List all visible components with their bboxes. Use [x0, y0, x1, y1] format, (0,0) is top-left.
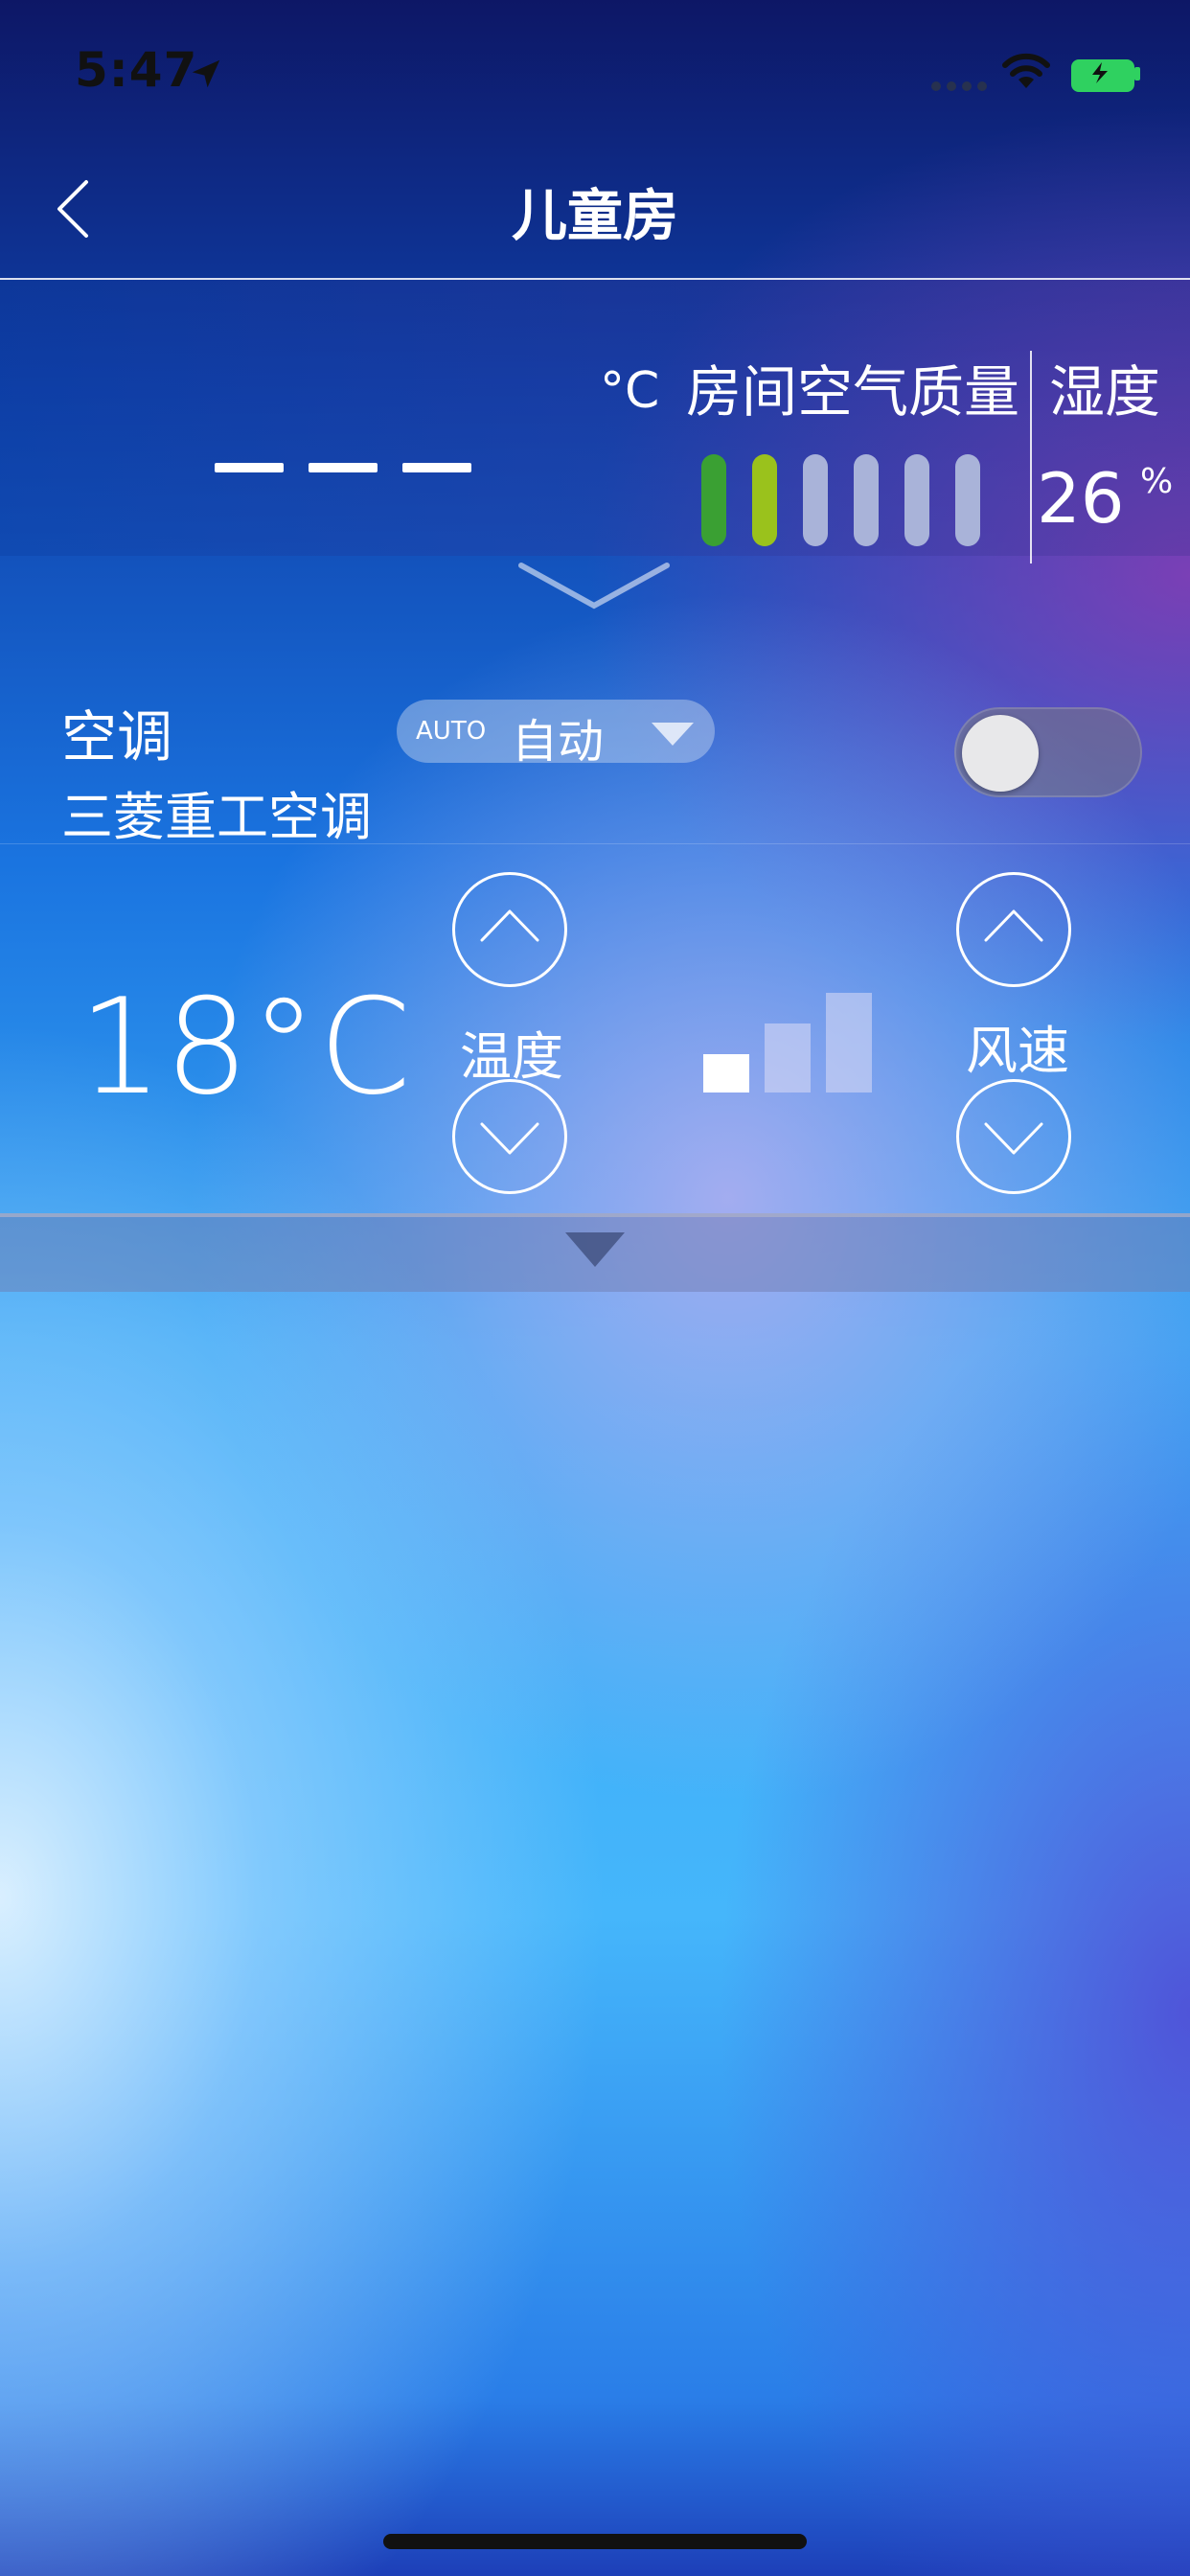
fan-speed-bar [703, 1054, 749, 1092]
location-arrow-icon [192, 59, 220, 88]
ac-device-name: 三菱重工空调 [61, 787, 372, 847]
temperature-down-button[interactable] [452, 1079, 567, 1194]
fan-speed-label: 风速 [966, 1021, 1069, 1081]
room-temperature-placeholder [215, 458, 496, 476]
chevron-up-icon [480, 909, 539, 942]
humidity-value: 26 [1037, 458, 1125, 539]
humidity-label: 湿度 [1049, 359, 1161, 425]
expand-triangle-icon[interactable] [565, 1232, 625, 1267]
sensor-divider [1030, 351, 1032, 564]
status-time: 5:47 [75, 42, 198, 98]
air-quality-bar [854, 454, 879, 546]
fan-speed-bar [826, 993, 872, 1092]
ac-section-title: 空调 [61, 704, 173, 770]
mode-auto-badge: AUTO [416, 717, 487, 746]
humidity-unit: % [1140, 462, 1174, 501]
cellular-dots-icon [931, 77, 993, 95]
wifi-icon [1002, 53, 1050, 88]
set-temperature: 18°C [79, 970, 413, 1124]
power-toggle-knob [962, 715, 1039, 792]
temperature-up-button[interactable] [452, 872, 567, 987]
air-quality-bar [701, 454, 726, 546]
home-indicator [383, 2534, 807, 2549]
battery-charging-icon [1071, 59, 1134, 92]
air-quality-bar [752, 454, 777, 546]
page-title: 儿童房 [511, 183, 678, 248]
chevron-down-icon [480, 1122, 539, 1155]
fan-speed-bar [765, 1024, 811, 1092]
temperature-unit: °C [600, 362, 660, 420]
chevron-up-icon [984, 909, 1043, 942]
fan-speed-up-button[interactable] [956, 872, 1071, 987]
air-quality-bar [955, 454, 980, 546]
air-quality-bar [803, 454, 828, 546]
dropdown-triangle-icon [652, 723, 694, 746]
fan-speed-down-button[interactable] [956, 1079, 1071, 1194]
mode-label: 自动 [512, 715, 605, 769]
collapse-chevron-icon[interactable] [517, 560, 671, 613]
battery-cap [1134, 67, 1140, 80]
ac-divider [0, 843, 1190, 844]
air-quality-label: 房间空气质量 [686, 359, 1020, 425]
air-quality-bar [904, 454, 929, 546]
chevron-down-icon [984, 1122, 1043, 1155]
